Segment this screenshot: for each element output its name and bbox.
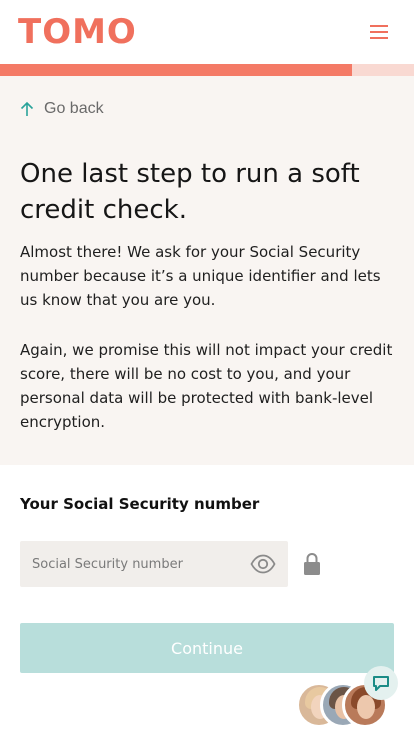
- chat-widget[interactable]: [296, 666, 400, 732]
- hamburger-menu-icon[interactable]: [370, 24, 388, 40]
- arrow-up-icon: [20, 101, 34, 116]
- lock-icon: [304, 552, 320, 575]
- eye-icon[interactable]: [250, 553, 276, 575]
- page-title: One last step to run a soft credit check…: [20, 159, 360, 225]
- intro-section: Go back One last step to run a soft cred…: [0, 76, 414, 465]
- progress-bar: [0, 64, 414, 76]
- intro-paragraph-2: Again, we promise this will not impact y…: [20, 341, 393, 431]
- ssn-label: Your Social Security number: [20, 495, 260, 513]
- tomo-logo[interactable]: TOMO: [18, 14, 137, 50]
- chat-bubble-button[interactable]: [364, 666, 398, 700]
- go-back-link[interactable]: Go back: [20, 100, 104, 118]
- ssn-input[interactable]: [20, 541, 244, 587]
- header: TOMO: [0, 0, 414, 64]
- go-back-label: Go back: [44, 100, 104, 117]
- progress-bar-fill: [0, 64, 352, 76]
- ssn-field-container: [20, 541, 288, 587]
- intro-paragraph-1: Almost there! We ask for your Social Sec…: [20, 243, 381, 309]
- chat-bubble-icon: [373, 675, 389, 691]
